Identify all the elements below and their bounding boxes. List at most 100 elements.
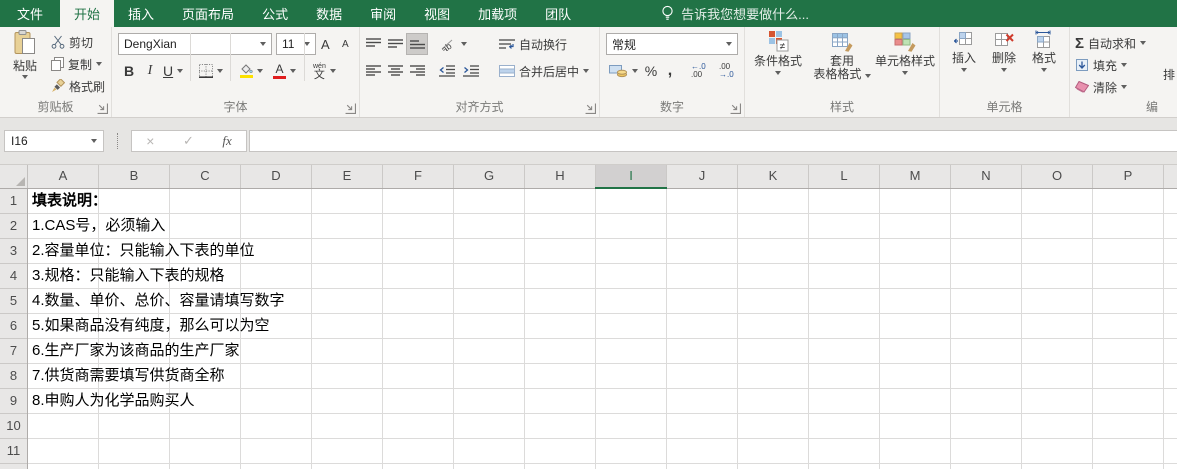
bold-button[interactable]: B bbox=[118, 60, 140, 82]
borders-dropdown-icon[interactable] bbox=[217, 69, 223, 73]
cell-a9[interactable]: 8.申购人为化学品购买人 bbox=[32, 389, 195, 414]
phonetic-dropdown-icon[interactable] bbox=[330, 69, 336, 73]
paste-button[interactable]: 粘贴 bbox=[3, 30, 47, 101]
cell-a6[interactable]: 5.如果商品没有纯度，那么可以为空 bbox=[32, 314, 270, 339]
delete-cells-dropdown-icon[interactable] bbox=[1001, 68, 1007, 72]
column-header-o[interactable]: O bbox=[1022, 165, 1093, 188]
number-format-dropdown-icon[interactable] bbox=[726, 42, 732, 46]
column-header-f[interactable]: F bbox=[383, 165, 454, 188]
clear-button[interactable]: 清除 bbox=[1072, 76, 1130, 98]
align-top-button[interactable] bbox=[362, 33, 384, 55]
row-header-5[interactable]: 5 bbox=[0, 289, 27, 314]
row-header-2[interactable]: 2 bbox=[0, 214, 27, 239]
underline-dropdown-icon[interactable] bbox=[177, 69, 183, 73]
cell-a8[interactable]: 7.供货商需要填写供货商全称 bbox=[32, 364, 225, 389]
autosum-button[interactable]: Σ 自动求和 bbox=[1072, 32, 1149, 54]
number-format-combo[interactable]: 常规 bbox=[606, 33, 738, 55]
format-as-table-button[interactable]: 套用 表格格式 bbox=[811, 30, 873, 101]
format-painter-button[interactable]: 格式刷 bbox=[48, 75, 108, 97]
row-header-9[interactable]: 9 bbox=[0, 389, 27, 414]
fill-color-dropdown-icon[interactable] bbox=[257, 69, 263, 73]
name-box-dropdown-icon[interactable] bbox=[91, 139, 97, 143]
font-name-dropdown-icon[interactable] bbox=[260, 42, 266, 46]
cells-area[interactable]: 填表说明：1.CAS号，必须输入2.容量单位：只能输入下表的单位3.规格：只能输… bbox=[28, 189, 1177, 469]
italic-button[interactable]: I bbox=[139, 60, 161, 82]
accounting-format-button[interactable] bbox=[606, 60, 641, 82]
format-cells-button[interactable]: 格式 bbox=[1026, 30, 1062, 101]
column-header-i[interactable]: I bbox=[596, 165, 667, 188]
cell-a7[interactable]: 6.生产厂家为该商品的生产厂家 bbox=[32, 339, 240, 364]
row-header-7[interactable]: 7 bbox=[0, 339, 27, 364]
column-header-p[interactable]: P bbox=[1093, 165, 1164, 188]
insert-function-button[interactable]: fx bbox=[222, 133, 231, 149]
align-left-button[interactable] bbox=[362, 60, 384, 82]
column-header-d[interactable]: D bbox=[241, 165, 312, 188]
autosum-dropdown-icon[interactable] bbox=[1140, 41, 1146, 45]
column-header-b[interactable]: B bbox=[99, 165, 170, 188]
enter-button[interactable]: ✓ bbox=[183, 133, 194, 149]
align-bottom-button[interactable] bbox=[406, 33, 428, 55]
column-header-l[interactable]: L bbox=[809, 165, 880, 188]
accounting-dropdown-icon[interactable] bbox=[632, 69, 638, 73]
align-right-button[interactable] bbox=[406, 60, 428, 82]
borders-button[interactable] bbox=[196, 60, 226, 82]
font-color-dropdown-icon[interactable] bbox=[290, 69, 296, 73]
tell-me[interactable]: 告诉我您想要做什么... bbox=[661, 0, 809, 27]
row-header-3[interactable]: 3 bbox=[0, 239, 27, 264]
fill-button[interactable]: 填充 bbox=[1072, 54, 1130, 76]
format-as-table-dropdown-icon[interactable] bbox=[865, 74, 871, 78]
conditional-formatting-button[interactable]: ≠ 条件格式 bbox=[749, 30, 807, 101]
decrease-decimal-button[interactable]: .00→.0 bbox=[716, 60, 737, 82]
cancel-button[interactable]: × bbox=[146, 133, 154, 149]
number-dialog-launcher[interactable] bbox=[730, 103, 741, 114]
column-header-n[interactable]: N bbox=[951, 165, 1022, 188]
column-header-a[interactable]: A bbox=[28, 165, 99, 188]
clear-dropdown-icon[interactable] bbox=[1121, 85, 1127, 89]
tab-data[interactable]: 数据 bbox=[302, 0, 356, 27]
underline-button[interactable]: U bbox=[160, 60, 186, 82]
column-header-m[interactable]: M bbox=[880, 165, 951, 188]
tab-add-ins[interactable]: 加载项 bbox=[464, 0, 531, 27]
tab-insert[interactable]: 插入 bbox=[114, 0, 168, 27]
tab-team[interactable]: 团队 bbox=[531, 0, 585, 27]
cell-a3[interactable]: 2.容量单位：只能输入下表的单位 bbox=[32, 239, 255, 264]
column-header-h[interactable]: H bbox=[525, 165, 596, 188]
row-header-8[interactable]: 8 bbox=[0, 364, 27, 389]
paste-dropdown-icon[interactable] bbox=[22, 75, 28, 79]
row-header-6[interactable]: 6 bbox=[0, 314, 27, 339]
delete-cells-button[interactable]: 删除 bbox=[986, 30, 1022, 101]
cut-button[interactable]: 剪切 bbox=[48, 31, 96, 53]
align-middle-button[interactable] bbox=[384, 33, 406, 55]
copy-button[interactable]: 复制 bbox=[48, 53, 105, 75]
formula-input[interactable] bbox=[249, 130, 1177, 152]
copy-dropdown-icon[interactable] bbox=[96, 62, 102, 66]
cell-a1[interactable]: 填表说明： bbox=[32, 189, 107, 214]
row-header-11[interactable]: 11 bbox=[0, 439, 27, 464]
tab-review[interactable]: 审阅 bbox=[356, 0, 410, 27]
cell-styles-button[interactable]: 单元格样式 bbox=[873, 30, 937, 101]
tab-formulas[interactable]: 公式 bbox=[248, 0, 302, 27]
insert-cells-button[interactable]: 插入 bbox=[946, 30, 982, 101]
phonetic-button[interactable]: wén文 bbox=[310, 60, 339, 82]
increase-indent-button[interactable] bbox=[460, 60, 482, 82]
alignment-dialog-launcher[interactable] bbox=[585, 103, 596, 114]
percent-style-button[interactable]: % bbox=[640, 60, 662, 82]
column-header-g[interactable]: G bbox=[454, 165, 525, 188]
decrease-indent-button[interactable] bbox=[436, 60, 458, 82]
sort-filter-button-partial[interactable]: 排 bbox=[1160, 63, 1177, 85]
fill-color-button[interactable] bbox=[236, 60, 266, 82]
merge-center-button[interactable]: 合并后居中 bbox=[496, 60, 592, 82]
column-header-c[interactable]: C bbox=[170, 165, 241, 188]
cell-a2[interactable]: 1.CAS号，必须输入 bbox=[32, 214, 165, 239]
orientation-dropdown-icon[interactable] bbox=[461, 42, 467, 46]
cell-a5[interactable]: 4.数量、单价、总价、容量请填写数字 bbox=[32, 289, 285, 314]
font-size-combo[interactable]: 11 bbox=[276, 33, 316, 55]
align-center-button[interactable] bbox=[384, 60, 406, 82]
clipboard-dialog-launcher[interactable] bbox=[97, 103, 108, 114]
row-header-12[interactable]: 12 bbox=[0, 464, 27, 469]
insert-cells-dropdown-icon[interactable] bbox=[961, 68, 967, 72]
row-header-10[interactable]: 10 bbox=[0, 414, 27, 439]
shrink-font-button[interactable]: A bbox=[339, 33, 361, 55]
font-dialog-launcher[interactable] bbox=[345, 103, 356, 114]
name-box[interactable]: I16 bbox=[4, 130, 104, 152]
